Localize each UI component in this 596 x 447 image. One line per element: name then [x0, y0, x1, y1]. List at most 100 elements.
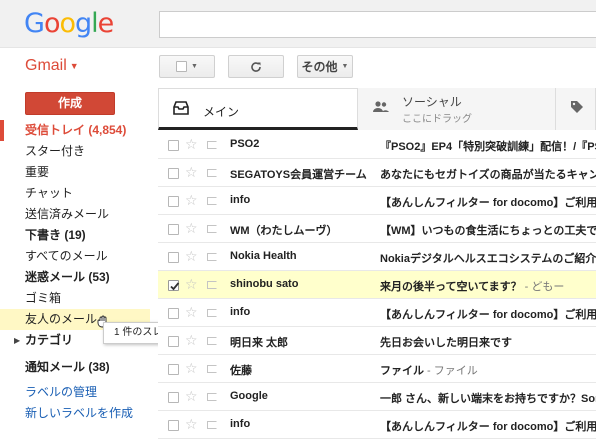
tab-social-hint: ここにドラッグ [402, 114, 472, 125]
expand-arrow-icon[interactable]: ▶ [14, 330, 20, 351]
message-subject: あなたにもセガトイズの商品が当たるキャン [380, 169, 596, 181]
gmail-label: Gmail [25, 57, 67, 74]
important-marker-icon[interactable] [207, 365, 217, 373]
row-checkbox[interactable] [168, 336, 179, 347]
select-button[interactable]: ▼ [159, 55, 215, 78]
tab-main[interactable]: メイン [158, 88, 358, 130]
important-marker-icon[interactable] [207, 281, 217, 289]
star-icon[interactable]: ☆ [185, 164, 198, 181]
sidebar-item[interactable]: 受信トレイ (4,854) [0, 120, 150, 141]
sidebar-item[interactable]: 通知メール (38) [0, 357, 150, 378]
caret-down-icon: ▼ [341, 63, 349, 70]
important-marker-icon[interactable] [207, 337, 217, 345]
tab-main-label: メイン [203, 105, 240, 119]
star-icon[interactable]: ☆ [185, 332, 198, 349]
message-subject: 先日お会いした明日来です [380, 337, 512, 349]
row-checkbox[interactable] [168, 224, 179, 235]
row-checkbox[interactable] [168, 392, 179, 403]
message-snippet: - どもー [521, 281, 565, 293]
row-checkbox[interactable] [168, 168, 179, 179]
sidebar-item-label: 通知メール (38) [25, 360, 110, 374]
message-sender: Google [230, 390, 268, 402]
sidebar-item[interactable]: チャット [0, 183, 150, 204]
row-checkbox[interactable] [168, 252, 179, 263]
star-icon[interactable]: ☆ [185, 248, 198, 265]
message-sender: info [230, 194, 251, 206]
refresh-button[interactable] [228, 55, 284, 78]
row-checkbox[interactable] [168, 196, 179, 207]
sidebar-item-label: カテゴリ [25, 333, 74, 347]
sidebar-item-label: スター付き [25, 144, 86, 158]
message-subject: 【あんしんフィルター for docomo】ご利用 [380, 421, 596, 433]
message-row[interactable]: ☆ shinobu sato 来月の後半って空いてます？ - どもー [158, 271, 596, 299]
star-icon[interactable]: ☆ [185, 388, 198, 405]
sidebar-item-label: チャット [25, 186, 73, 200]
row-checkbox[interactable] [168, 280, 180, 291]
google-logo[interactable]: Google [24, 8, 114, 39]
star-icon[interactable]: ☆ [185, 192, 198, 209]
tab-promotions[interactable] [556, 88, 596, 130]
compose-button[interactable]: 作成 [25, 92, 115, 115]
message-subject-line: 『PSO2』EP4「特別突破訓練」配信！/『PSO [380, 138, 596, 154]
select-all-checkbox[interactable] [176, 61, 188, 72]
tab-social[interactable]: ソーシャル ここにドラッグ [358, 88, 556, 130]
logo-letter: o [43, 8, 61, 39]
important-marker-icon[interactable] [207, 141, 217, 149]
sidebar-nav: 受信トレイ (4,854) スター付き重要チャット送信済みメール 下書き (19) す… [0, 120, 150, 424]
row-checkbox[interactable] [168, 140, 179, 151]
sidebar-item-label: すべてのメール [25, 249, 108, 263]
important-marker-icon[interactable] [207, 169, 217, 177]
message-sender: SEGATOYS会員運営チーム [230, 169, 367, 181]
message-subject: 【あんしんフィルター for docomo】ご利用 [380, 309, 596, 321]
star-icon[interactable]: ☆ [185, 220, 198, 237]
people-icon [373, 101, 389, 112]
message-row[interactable]: ☆ 佐藤 ファイル - ファイル [158, 355, 596, 383]
message-subject: 一郎 さん、新しい端末をお持ちですか？Son [380, 393, 596, 405]
top-bar: Google [0, 0, 596, 48]
message-row[interactable]: ☆ info 【あんしんフィルター for docomo】ご利用 [158, 187, 596, 215]
message-row[interactable]: ☆ WM（わたしムーヴ） 【WM】いつもの食生活にちょっとの工夫で [158, 215, 596, 243]
sidebar-item[interactable]: 迷惑メール (53) [0, 267, 150, 288]
important-marker-icon[interactable] [207, 393, 217, 401]
message-subject-line: 【あんしんフィルター for docomo】ご利用 [380, 194, 596, 210]
message-sender: 明日来 太郎 [230, 337, 289, 349]
sidebar-item[interactable]: 下書き (19) [0, 225, 150, 246]
caret-down-icon: ▼ [69, 60, 79, 71]
sidebar-item[interactable]: すべてのメール [0, 246, 150, 267]
message-subject-line: 【あんしんフィルター for docomo】ご利用 [380, 306, 596, 322]
message-row[interactable]: ☆ Nokia Health Nokiaデジタルヘルスエコシステムのご紹介 [158, 243, 596, 271]
message-row[interactable]: ☆ 明日来 太郎 先日お会いした明日来です [158, 327, 596, 355]
sidebar-item[interactable]: 新しいラベルを作成 [0, 403, 150, 424]
message-row[interactable]: ☆ PSO2 『PSO2』EP4「特別突破訓練」配信！/『PSO [158, 131, 596, 159]
message-row[interactable]: ☆ Google 一郎 さん、新しい端末をお持ちですか？Son [158, 383, 596, 411]
row-checkbox[interactable] [168, 308, 179, 319]
search-input[interactable] [159, 11, 596, 38]
message-list: ☆ PSO2 『PSO2』EP4「特別突破訓練」配信！/『PSO ☆ SEGATOYS会… [158, 131, 596, 439]
important-marker-icon[interactable] [207, 421, 217, 429]
row-checkbox[interactable] [168, 420, 179, 431]
important-marker-icon[interactable] [207, 225, 217, 233]
sidebar-item[interactable]: ラベルの管理 [0, 382, 150, 403]
star-icon[interactable]: ☆ [185, 360, 198, 377]
sidebar-item[interactable]: 送信済みメール [0, 204, 150, 225]
star-icon[interactable]: ☆ [185, 276, 198, 293]
gmail-menu-button[interactable]: Gmail ▼ [25, 57, 79, 75]
important-marker-icon[interactable] [207, 197, 217, 205]
more-button[interactable]: その他 ▼ [297, 55, 353, 78]
message-subject-line: 先日お会いした明日来です [380, 334, 596, 350]
message-subject-line: 【あんしんフィルター for docomo】ご利用 [380, 418, 596, 434]
message-row[interactable]: ☆ info 【あんしんフィルター for docomo】ご利用 [158, 411, 596, 439]
sidebar-item[interactable]: スター付き [0, 141, 150, 162]
star-icon[interactable]: ☆ [185, 304, 198, 321]
category-tabs: メイン ソーシャル ここにドラッグ [158, 88, 596, 130]
important-marker-icon[interactable] [207, 309, 217, 317]
message-sender: info [230, 306, 251, 318]
sidebar-item[interactable]: 重要 [0, 162, 150, 183]
star-icon[interactable]: ☆ [185, 136, 198, 153]
row-checkbox[interactable] [168, 364, 179, 375]
message-row[interactable]: ☆ info 【あんしんフィルター for docomo】ご利用 [158, 299, 596, 327]
sidebar-item[interactable]: ゴミ箱 [0, 288, 150, 309]
important-marker-icon[interactable] [207, 253, 217, 261]
star-icon[interactable]: ☆ [185, 416, 198, 433]
message-row[interactable]: ☆ SEGATOYS会員運営チーム あなたにもセガトイズの商品が当たるキャン [158, 159, 596, 187]
